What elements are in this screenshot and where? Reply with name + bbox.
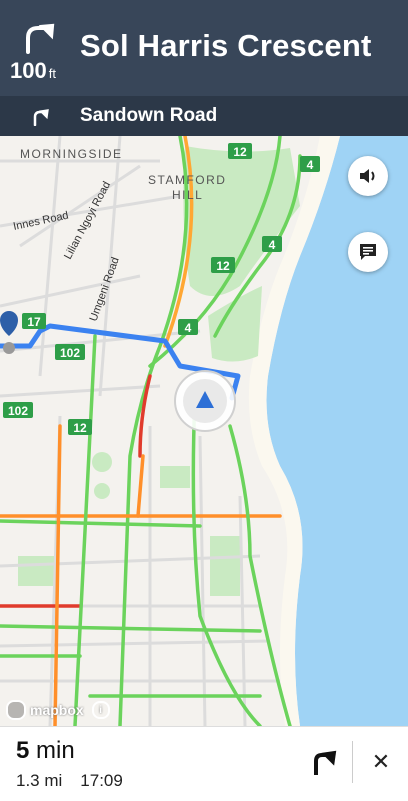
arrival-time: 17:09 [80,771,123,790]
route-shield: 102 [3,402,33,418]
speaker-icon [357,165,379,187]
svg-text:4: 4 [307,158,314,172]
instruction-banner: 100ft Sol Harris Crescent [0,0,408,96]
route-shield: 12 [211,257,235,273]
route-shield: 12 [68,419,92,435]
area-label: STAMFORD [148,173,226,187]
mapbox-logo-icon [6,700,26,720]
turn-right-icon [30,104,52,126]
info-icon[interactable]: i [92,701,110,719]
svg-text:4: 4 [269,238,276,252]
feedback-icon [357,241,379,263]
maneuver-street: Sol Harris Crescent [80,28,372,64]
route-shield: 12 [228,143,252,159]
svg-text:17: 17 [27,315,41,329]
route-shield: 102 [55,344,85,360]
area-label: HILL [172,188,203,202]
sound-toggle-button[interactable] [348,156,388,196]
remaining-duration: 5 min [16,737,75,765]
svg-text:4: 4 [185,321,192,335]
svg-text:12: 12 [233,145,247,159]
turn-right-icon [22,14,62,54]
trip-details: 1.3 mi 17:09 [16,771,141,791]
svg-text:12: 12 [73,421,87,435]
trip-summary-bar: 5 min 1.3 mi 17:09 ✕ [0,726,408,801]
map-attribution[interactable]: mapbox i [6,700,110,720]
svg-text:102: 102 [8,404,28,418]
divider [352,741,353,783]
svg-text:12: 12 [216,259,230,273]
route-overview-button[interactable] [308,743,342,777]
route-shield: 4 [300,156,320,172]
close-navigation-button[interactable]: ✕ [366,747,396,777]
user-location-icon [175,371,235,431]
next-instruction-banner: Sandown Road [0,96,408,136]
route-shield: 4 [262,236,282,252]
remaining-distance: 1.3 mi [16,771,62,790]
route-shield: 17 [22,313,46,329]
map-canvas: MORNINGSIDE STAMFORD HILL Innes Road Lil… [0,136,408,726]
next-street: Sandown Road [80,105,217,127]
route-shield: 4 [178,319,198,335]
feedback-button[interactable] [348,232,388,272]
maneuver-distance: 100ft [10,58,56,84]
svg-text:102: 102 [60,346,80,360]
map-view[interactable]: MORNINGSIDE STAMFORD HILL Innes Road Lil… [0,136,408,726]
area-label: MORNINGSIDE [20,147,123,161]
